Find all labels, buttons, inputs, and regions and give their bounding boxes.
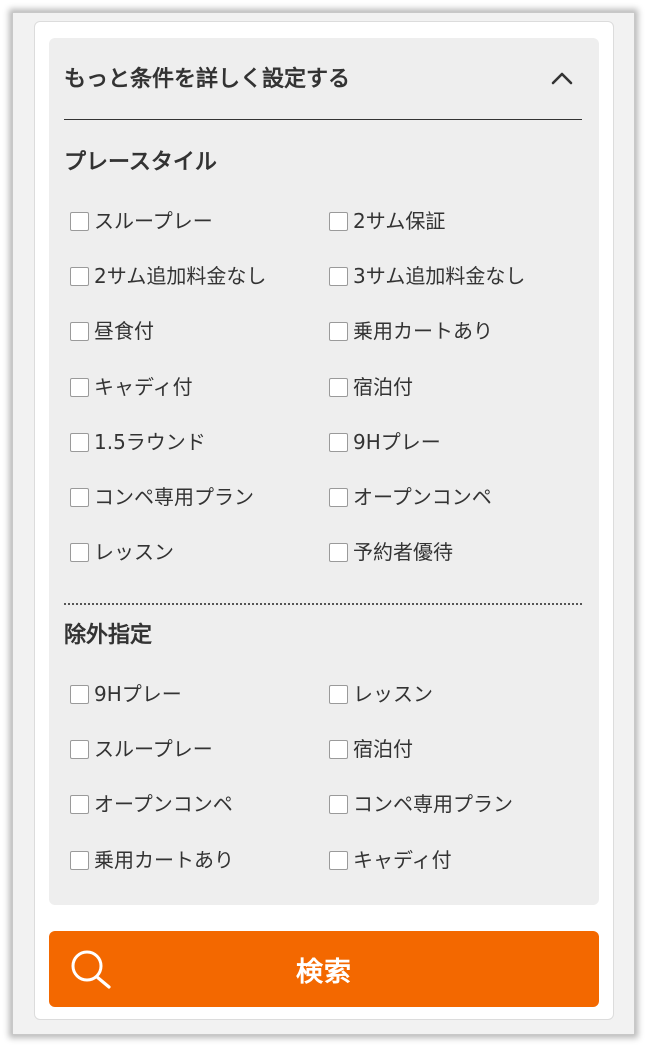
checkbox[interactable]	[70, 267, 89, 287]
search-button-label: 検索	[296, 956, 352, 988]
checkbox-label: 9Hプレー	[353, 429, 441, 454]
checkbox-option[interactable]: 宿泊付	[329, 372, 588, 427]
checkbox-option[interactable]: 予約者優待	[329, 537, 588, 592]
checkbox-option[interactable]: コンペ専用プラン	[329, 789, 588, 844]
checkbox-option[interactable]: 宿泊付	[329, 734, 588, 789]
checkbox[interactable]	[329, 543, 348, 563]
checkbox-label: コンペ専用プラン	[353, 792, 513, 817]
checkbox-label: 予約者優待	[353, 540, 453, 565]
advanced-conditions-header[interactable]: もっと条件を詳しく設定する	[64, 66, 582, 100]
checkbox-option[interactable]: キャディ付	[329, 845, 588, 900]
exclude-options: 9Hプレー レッスンスループレー 宿泊付オープンコンペ コンペ専用プラン乗用カートあり…	[70, 679, 590, 900]
checkbox-label: 宿泊付	[353, 374, 413, 399]
checkbox-option[interactable]: 9Hプレー	[329, 427, 588, 482]
checkbox-option[interactable]: 2サム保証	[329, 206, 588, 261]
checkbox-label: レッスン	[353, 682, 433, 706]
checkbox-option[interactable]: オープンコンペ	[70, 789, 329, 844]
checkbox-option[interactable]: 1.5ラウンド	[70, 427, 329, 482]
checkbox[interactable]	[329, 685, 348, 704]
checkbox[interactable]	[329, 850, 348, 870]
header-divider	[64, 119, 582, 120]
checkbox-label: 宿泊付	[353, 737, 413, 762]
checkbox-option[interactable]: コンペ専用プラン	[70, 482, 329, 537]
checkbox-option[interactable]: 昼食付	[70, 316, 329, 371]
panel-title: もっと条件を詳しく設定する	[64, 67, 351, 92]
checkbox[interactable]	[70, 322, 89, 342]
checkbox[interactable]	[70, 377, 89, 397]
checkbox-option[interactable]: レッスン	[329, 679, 588, 734]
checkbox[interactable]	[329, 795, 348, 815]
checkbox-option[interactable]: キャディ付	[70, 372, 329, 427]
section-divider	[64, 603, 582, 605]
checkbox-option[interactable]: スループレー	[70, 206, 329, 261]
play-style-options: スループレー 2サム保証 2サム追加料金なし 3サム追加料金なし昼食付 乗用カートありキ…	[70, 206, 590, 592]
checkbox[interactable]	[329, 377, 348, 397]
checkbox-label: オープンコンペ	[353, 484, 492, 509]
checkbox-option[interactable]: スループレー	[70, 734, 329, 789]
chevron-up-icon[interactable]	[550, 68, 574, 88]
checkbox[interactable]	[70, 740, 89, 760]
checkbox[interactable]	[70, 795, 89, 815]
checkbox-label: 2サム保証	[353, 209, 446, 233]
checkbox[interactable]	[329, 487, 348, 507]
checkbox-option[interactable]: 2サム追加料金なし	[70, 261, 329, 316]
checkbox[interactable]	[70, 543, 89, 563]
checkbox[interactable]	[329, 740, 348, 760]
exclude-title: 除外指定	[64, 623, 153, 648]
checkbox-label: 9Hプレー	[94, 682, 182, 706]
advanced-conditions-panel: もっと条件を詳しく設定する プレースタイル スループレー 2サム保証 2サム追加料金…	[49, 38, 599, 905]
checkbox-option[interactable]: レッスン	[70, 537, 329, 592]
checkbox[interactable]	[329, 432, 348, 452]
checkbox-option[interactable]: 9Hプレー	[70, 679, 329, 734]
search-button[interactable]: 検索	[49, 931, 599, 1007]
checkbox-label: 乗用カートあり	[94, 847, 234, 872]
checkbox[interactable]	[70, 432, 89, 452]
checkbox-label: スループレー	[94, 209, 213, 233]
checkbox-option[interactable]: 乗用カートあり	[70, 845, 329, 900]
checkbox-label: キャディ付	[94, 374, 193, 399]
checkbox[interactable]	[70, 487, 89, 507]
checkbox-label: スループレー	[94, 737, 213, 762]
window-frame: もっと条件を詳しく設定する プレースタイル スループレー 2サム保証 2サム追加料金…	[12, 12, 635, 1035]
checkbox-label: キャディ付	[353, 847, 452, 872]
checkbox-option[interactable]: 3サム追加料金なし	[329, 261, 588, 316]
checkbox-label: 3サム追加料金なし	[353, 264, 526, 289]
checkbox-label: レッスン	[94, 540, 174, 565]
checkbox[interactable]	[70, 850, 89, 870]
checkbox[interactable]	[70, 212, 89, 231]
play-style-title: プレースタイル	[64, 150, 217, 175]
checkbox[interactable]	[329, 212, 348, 231]
checkbox-label: 昼食付	[94, 319, 154, 344]
checkbox-label: 2サム追加料金なし	[94, 264, 267, 289]
checkbox-label: 1.5ラウンド	[94, 429, 206, 454]
checkbox-option[interactable]: 乗用カートあり	[329, 316, 588, 371]
checkbox-label: オープンコンペ	[94, 792, 233, 817]
checkbox-label: コンペ専用プラン	[94, 484, 254, 509]
search-conditions-card: もっと条件を詳しく設定する プレースタイル スループレー 2サム保証 2サム追加料金…	[34, 21, 614, 1020]
checkbox[interactable]	[329, 267, 348, 287]
checkbox-label: 乗用カートあり	[353, 319, 493, 344]
checkbox[interactable]	[70, 685, 89, 704]
checkbox[interactable]	[329, 322, 348, 342]
checkbox-option[interactable]: オープンコンペ	[329, 482, 588, 537]
